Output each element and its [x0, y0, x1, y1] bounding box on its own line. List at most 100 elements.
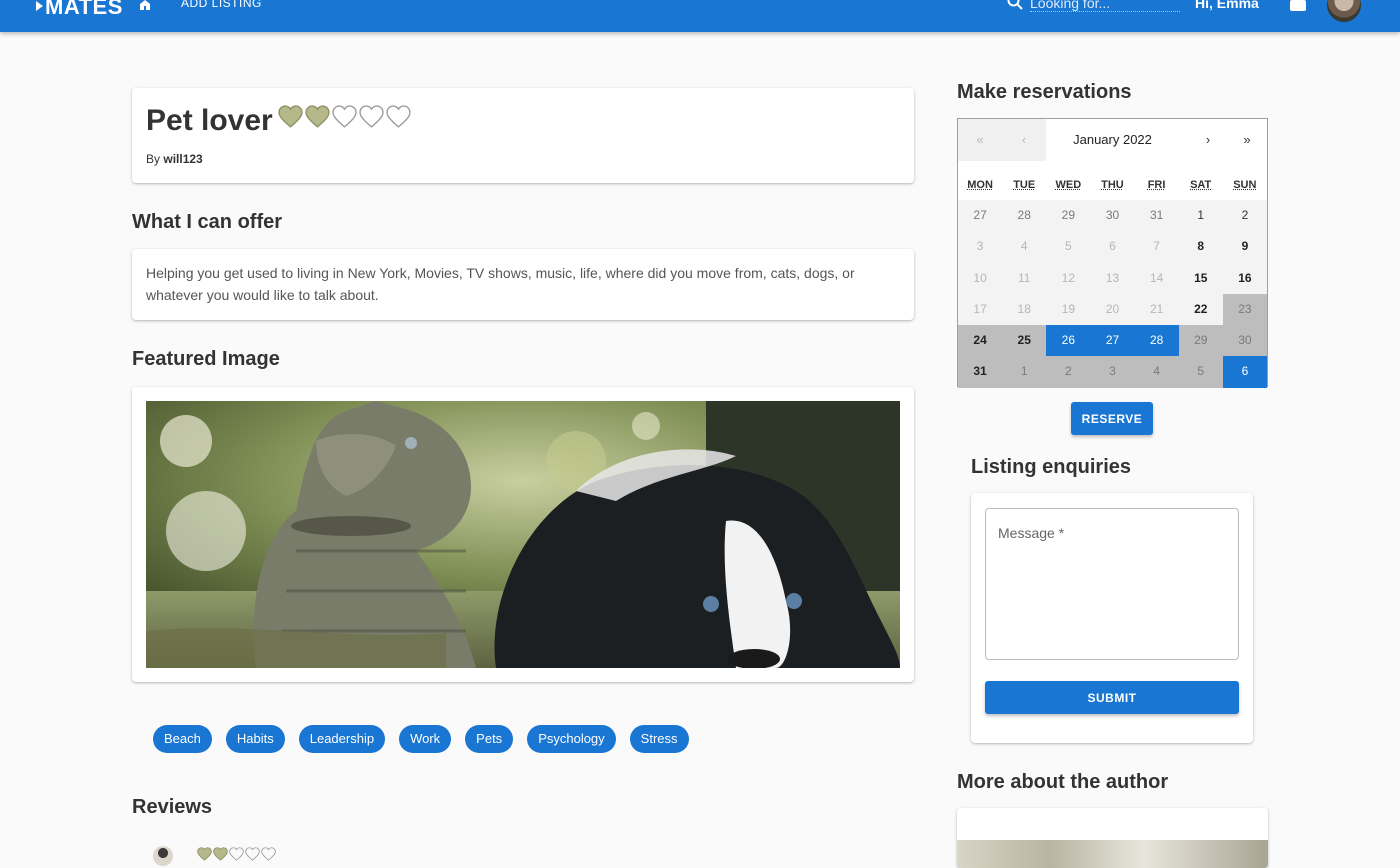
tag-chip-stress[interactable]: Stress [629, 725, 689, 753]
reviewer-avatar[interactable] [153, 846, 173, 866]
calendar-day[interactable]: 23 [1222, 293, 1267, 326]
listing-rating [278, 105, 411, 128]
calendar-day[interactable]: 19 [1046, 293, 1091, 326]
next-year-button[interactable]: » [1225, 119, 1269, 161]
calendar-day[interactable]: 30 [1090, 200, 1135, 232]
calendar-day[interactable]: 3 [958, 231, 1003, 263]
tag-chip-pets[interactable]: Pets [465, 725, 514, 753]
weekday-sun: SUN [1233, 179, 1257, 191]
user-greeting: Hi, Emma [1195, 0, 1259, 11]
logo[interactable]: MATES [36, 0, 123, 20]
tag-chip-work[interactable]: Work [399, 725, 452, 753]
calendar-day[interactable]: 22 [1178, 293, 1223, 326]
calendar-day[interactable]: 31 [958, 356, 1003, 388]
calendar-day[interactable]: 2 [1222, 200, 1267, 232]
weekday-tue: TUE [1013, 179, 1036, 191]
review-rating [197, 847, 276, 861]
tag-list: Beach Habits Leadership Work Pets Psychology S… [153, 725, 689, 753]
submit-button[interactable]: SUBMIT [985, 681, 1239, 714]
tag-chip-habits[interactable]: Habits [225, 725, 285, 753]
calendar-day[interactable]: 17 [958, 293, 1003, 326]
prev-year-button[interactable]: « [958, 119, 1002, 161]
author-heading: More about the author [957, 771, 1169, 793]
calendar-day[interactable]: 27 [958, 200, 1003, 232]
next-month-button[interactable]: › [1186, 119, 1230, 161]
calendar-day[interactable]: 28 [1002, 200, 1047, 232]
calendar-day[interactable]: 10 [958, 262, 1003, 294]
home-icon[interactable] [138, 0, 152, 10]
enquiry-form-card: Message * SUBMIT [971, 493, 1253, 743]
reservation-calendar: « ‹ January 2022 › » MON TUE WED THU FRI SAT S… [957, 118, 1268, 388]
calendar-month-label[interactable]: January 2022 [1046, 119, 1179, 161]
mail-icon[interactable] [1290, 0, 1306, 11]
calendar-day[interactable]: 8 [1178, 231, 1223, 263]
tag-chip-psychology[interactable]: Psychology [527, 725, 616, 753]
calendar-day[interactable]: 2 [1046, 356, 1091, 388]
calendar-day[interactable]: 24 [958, 325, 1003, 357]
heart-filled-icon [213, 847, 228, 861]
calendar-day[interactable]: 20 [1090, 293, 1135, 326]
calendar-day[interactable]: 11 [1002, 262, 1047, 294]
offer-description: Helping you get used to living in New Yo… [146, 265, 855, 303]
heart-empty-icon [245, 847, 260, 861]
calendar-day[interactable]: 14 [1134, 262, 1179, 294]
calendar-day[interactable]: 3 [1090, 356, 1135, 388]
calendar-day[interactable]: 29 [1046, 200, 1091, 232]
heart-filled-icon [278, 105, 303, 128]
author-card [957, 808, 1268, 868]
calendar-day[interactable]: 1 [1178, 200, 1223, 232]
author-name[interactable]: will123 [163, 152, 202, 166]
calendar-day[interactable]: 21 [1134, 293, 1179, 326]
calendar-day[interactable]: 28 [1134, 325, 1179, 357]
calendar-day[interactable]: 4 [1134, 356, 1179, 388]
weekday-sat: SAT [1190, 179, 1212, 191]
heart-empty-icon [229, 847, 244, 861]
featured-image-heading: Featured Image [132, 348, 280, 370]
offer-card: Helping you get used to living in New Yo… [132, 249, 914, 320]
user-avatar[interactable] [1327, 0, 1361, 22]
calendar-day[interactable]: 30 [1222, 325, 1267, 357]
message-label: Message * [998, 525, 1065, 541]
reservations-heading: Make reservations [957, 81, 1132, 103]
calendar-navigation: « ‹ January 2022 › » [958, 119, 1267, 161]
calendar-day[interactable]: 13 [1090, 262, 1135, 294]
calendar-day[interactable]: 29 [1178, 325, 1223, 357]
add-listing-link[interactable]: ADD LISTING [181, 0, 262, 10]
listing-header-card: Pet lover By will123 [132, 88, 914, 183]
featured-image [146, 401, 900, 668]
calendar-day[interactable]: 26 [1046, 325, 1091, 357]
calendar-day[interactable]: 18 [1002, 293, 1047, 326]
calendar-day[interactable]: 12 [1046, 262, 1091, 294]
author-prefix: By [146, 152, 161, 166]
heart-filled-icon [305, 105, 330, 128]
calendar-day[interactable]: 5 [1178, 356, 1223, 388]
calendar-day[interactable]: 25 [1002, 325, 1047, 357]
calendar-day[interactable]: 1 [1002, 356, 1047, 388]
featured-image-card [132, 387, 914, 682]
calendar-day[interactable]: 7 [1134, 231, 1179, 263]
reserve-button[interactable]: RESERVE [1071, 402, 1153, 435]
tag-chip-beach[interactable]: Beach [153, 725, 212, 753]
calendar-day[interactable]: 4 [1002, 231, 1047, 263]
heart-empty-icon [386, 105, 411, 128]
heart-filled-icon [197, 847, 212, 861]
prev-month-button[interactable]: ‹ [1002, 119, 1046, 161]
calendar-day[interactable]: 15 [1178, 262, 1223, 294]
calendar-day[interactable]: 9 [1222, 231, 1267, 263]
message-field[interactable]: Message * [985, 508, 1239, 660]
calendar-day[interactable]: 6 [1090, 231, 1135, 263]
search-input[interactable] [1030, 0, 1180, 12]
calendar-days: 27 28 29 30 31 1 2 3 4 5 6 7 8 9 10 11 12 13 14 15 16 17 18 19 2… [958, 200, 1267, 388]
calendar-day[interactable]: 6 [1222, 356, 1267, 388]
weekday-wed: WED [1055, 179, 1082, 191]
calendar-day[interactable]: 27 [1090, 325, 1135, 357]
offer-heading: What I can offer [132, 211, 283, 233]
calendar-day[interactable]: 16 [1222, 262, 1267, 294]
listing-title: Pet lover [146, 104, 273, 137]
tag-chip-leadership[interactable]: Leadership [298, 725, 386, 753]
calendar-day[interactable]: 5 [1046, 231, 1091, 263]
calendar-day[interactable]: 31 [1134, 200, 1179, 232]
search-icon [1007, 0, 1023, 10]
calendar-weekdays: MON TUE WED THU FRI SAT SUN [958, 179, 1267, 191]
heart-empty-icon [261, 847, 276, 861]
